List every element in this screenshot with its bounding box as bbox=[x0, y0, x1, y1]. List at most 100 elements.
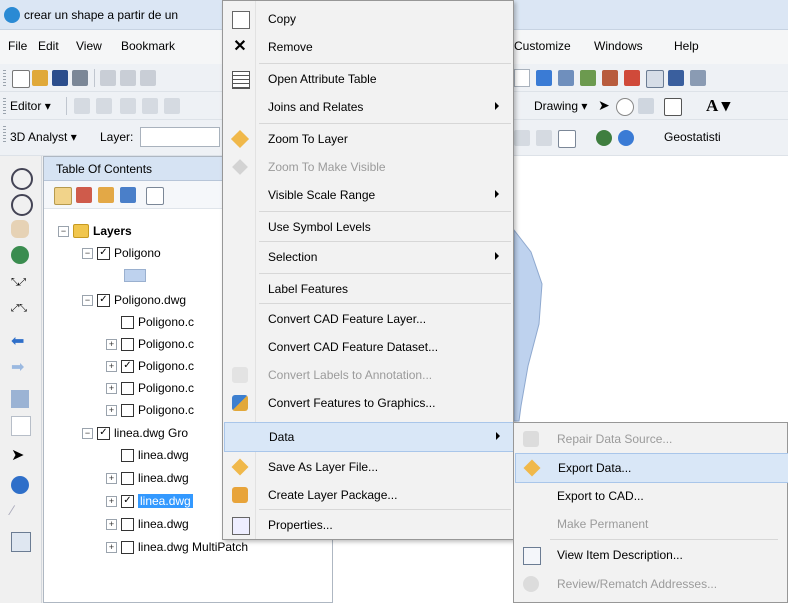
menu-help[interactable]: Help bbox=[674, 39, 699, 53]
menu-customize[interactable]: Customize bbox=[514, 39, 571, 53]
menu-edit[interactable]: Edit bbox=[38, 39, 59, 53]
visibility-checkbox[interactable]: ✓ bbox=[121, 494, 134, 508]
trace-icon[interactable] bbox=[142, 98, 158, 114]
go-back-extent-icon[interactable]: ⬅ bbox=[11, 334, 29, 352]
3d-profile-icon[interactable] bbox=[536, 130, 552, 146]
collapse-icon[interactable]: − bbox=[82, 427, 93, 439]
expand-icon[interactable]: + bbox=[106, 495, 117, 507]
visibility-checkbox[interactable] bbox=[121, 448, 134, 462]
arcscene-globe-icon[interactable] bbox=[596, 130, 612, 146]
visibility-checkbox[interactable] bbox=[121, 471, 134, 485]
menu-item-label-features[interactable]: Label Features bbox=[224, 275, 513, 303]
new-text-icon[interactable]: A ▾ bbox=[706, 96, 730, 116]
list-by-selection-icon[interactable] bbox=[120, 187, 136, 203]
toc-layer-row[interactable]: + linea.dwg bbox=[106, 445, 189, 465]
toc-layer-row[interactable]: + Poligono.c bbox=[106, 378, 194, 398]
visibility-checkbox[interactable]: ✓ bbox=[121, 359, 134, 373]
menu-item-convert-cad-feature-dataset[interactable]: Convert CAD Feature Dataset... bbox=[224, 333, 513, 361]
rectangle-icon[interactable] bbox=[664, 98, 682, 116]
select-elements-icon[interactable]: ➤ bbox=[11, 448, 29, 466]
visibility-checkbox[interactable]: ✓ bbox=[97, 293, 110, 307]
fixed-zoom-out-icon[interactable]: ⤢⤡ bbox=[11, 304, 29, 322]
toolbar-grip[interactable] bbox=[3, 126, 6, 142]
cut-icon[interactable] bbox=[100, 70, 116, 86]
menu-windows[interactable]: Windows bbox=[594, 39, 643, 53]
find-icon[interactable]: ∕ bbox=[11, 502, 29, 520]
expand-icon[interactable]: + bbox=[106, 338, 117, 350]
polygon-symbol-swatch[interactable] bbox=[124, 269, 146, 282]
menu-view[interactable]: View bbox=[76, 39, 102, 53]
3d-tool-icon[interactable] bbox=[514, 130, 530, 146]
select-elements-icon[interactable]: ➤ bbox=[598, 98, 610, 112]
visibility-checkbox[interactable] bbox=[121, 540, 134, 554]
edit-tool-icon[interactable] bbox=[74, 98, 90, 114]
menu-item-open-attribute-table[interactable]: Open Attribute Table bbox=[224, 65, 513, 93]
menu-file[interactable]: File bbox=[8, 39, 27, 53]
visibility-checkbox[interactable] bbox=[121, 403, 134, 417]
3d-analyst-menu-button[interactable]: 3D Analyst ▾ bbox=[10, 130, 77, 144]
model-builder-icon[interactable] bbox=[668, 70, 684, 86]
menu-item-properties[interactable]: Properties... bbox=[224, 511, 513, 539]
drawing-menu-button[interactable]: Drawing ▾ bbox=[534, 99, 587, 113]
select-features-icon[interactable] bbox=[11, 390, 29, 408]
rotate-icon[interactable] bbox=[616, 98, 634, 116]
paste-icon[interactable] bbox=[140, 70, 156, 86]
clear-selection-icon[interactable] bbox=[11, 416, 31, 436]
expand-icon[interactable]: + bbox=[106, 404, 117, 416]
straight-segment-icon[interactable] bbox=[120, 98, 136, 114]
toc-layer-row[interactable]: + Poligono.c bbox=[106, 312, 194, 332]
toc-layer-row-selected[interactable]: + ✓ linea.dwg bbox=[106, 491, 193, 511]
python-window-icon[interactable] bbox=[624, 70, 640, 86]
toolbar-more-icon[interactable] bbox=[690, 70, 706, 86]
menu-item-convert-features-to-graphics[interactable]: Convert Features to Graphics... bbox=[224, 389, 513, 417]
arctoolbox-icon[interactable] bbox=[602, 70, 618, 86]
toc-window-icon[interactable] bbox=[558, 70, 574, 86]
arcglobe-icon[interactable] bbox=[618, 130, 634, 146]
open-folder-icon[interactable] bbox=[32, 70, 48, 86]
go-forward-extent-icon[interactable]: ➡ bbox=[11, 360, 29, 378]
list-by-drawing-order-icon[interactable] bbox=[54, 187, 72, 205]
toc-layers-root[interactable]: − Layers bbox=[58, 221, 132, 241]
visibility-checkbox[interactable]: ✓ bbox=[97, 246, 110, 260]
toolbar-grip[interactable] bbox=[3, 98, 6, 114]
collapse-icon[interactable]: − bbox=[82, 294, 93, 306]
geostatistical-menu-button[interactable]: Geostatisti bbox=[664, 130, 721, 144]
list-by-source-icon[interactable] bbox=[76, 187, 92, 203]
layer-dropdown[interactable] bbox=[140, 127, 220, 147]
zoom-out-icon[interactable] bbox=[11, 194, 33, 216]
toc-layer-row[interactable]: + ✓ Poligono.c bbox=[106, 356, 194, 376]
collapse-icon[interactable]: − bbox=[58, 225, 69, 237]
scale-dropdown[interactable] bbox=[514, 69, 530, 87]
toc-layer-row[interactable]: + linea.dwg MultiPatch bbox=[106, 537, 248, 557]
toc-layer-row[interactable]: − ✓ Poligono.dwg bbox=[82, 290, 186, 310]
menu-item-export-data[interactable]: Export Data... bbox=[515, 453, 788, 483]
expand-icon[interactable]: + bbox=[106, 382, 117, 394]
map-polygon-feature[interactable] bbox=[513, 228, 543, 422]
menu-bookmarks[interactable]: Bookmark bbox=[121, 39, 175, 53]
toc-layer-row[interactable]: − ✓ Poligono bbox=[82, 243, 161, 263]
list-by-visibility-icon[interactable] bbox=[98, 187, 114, 203]
identify-icon[interactable] bbox=[11, 476, 29, 494]
toc-layer-row[interactable]: + Poligono.c bbox=[106, 334, 194, 354]
editor-menu-button[interactable]: Editor ▾ bbox=[10, 99, 51, 113]
visibility-checkbox[interactable]: ✓ bbox=[97, 426, 110, 440]
toc-layer-row[interactable]: + linea.dwg bbox=[106, 468, 189, 488]
menu-item-remove[interactable]: ✕ Remove bbox=[224, 33, 513, 61]
full-extent-icon[interactable] bbox=[11, 246, 29, 264]
menu-item-joins-and-relates[interactable]: Joins and Relates bbox=[224, 93, 513, 121]
visibility-checkbox[interactable] bbox=[121, 315, 134, 329]
visibility-checkbox[interactable] bbox=[121, 381, 134, 395]
print-icon[interactable] bbox=[72, 70, 88, 86]
expand-icon[interactable]: + bbox=[106, 472, 117, 484]
menu-item-convert-cad-feature-layer[interactable]: Convert CAD Feature Layer... bbox=[224, 305, 513, 333]
edit-vertices-icon[interactable] bbox=[164, 98, 180, 114]
zoom-whole-page-icon[interactable] bbox=[638, 98, 654, 114]
new-document-icon[interactable] bbox=[12, 70, 30, 88]
scatterplot-icon[interactable] bbox=[558, 130, 576, 148]
visibility-checkbox[interactable] bbox=[121, 517, 134, 531]
copy-toolbar-icon[interactable] bbox=[120, 70, 136, 86]
toc-layer-row[interactable]: − ✓ linea.dwg Gro bbox=[82, 423, 188, 443]
search-window-icon[interactable] bbox=[646, 70, 664, 88]
menu-item-save-as-layer-file[interactable]: Save As Layer File... bbox=[224, 453, 513, 481]
pan-icon[interactable] bbox=[11, 220, 29, 238]
